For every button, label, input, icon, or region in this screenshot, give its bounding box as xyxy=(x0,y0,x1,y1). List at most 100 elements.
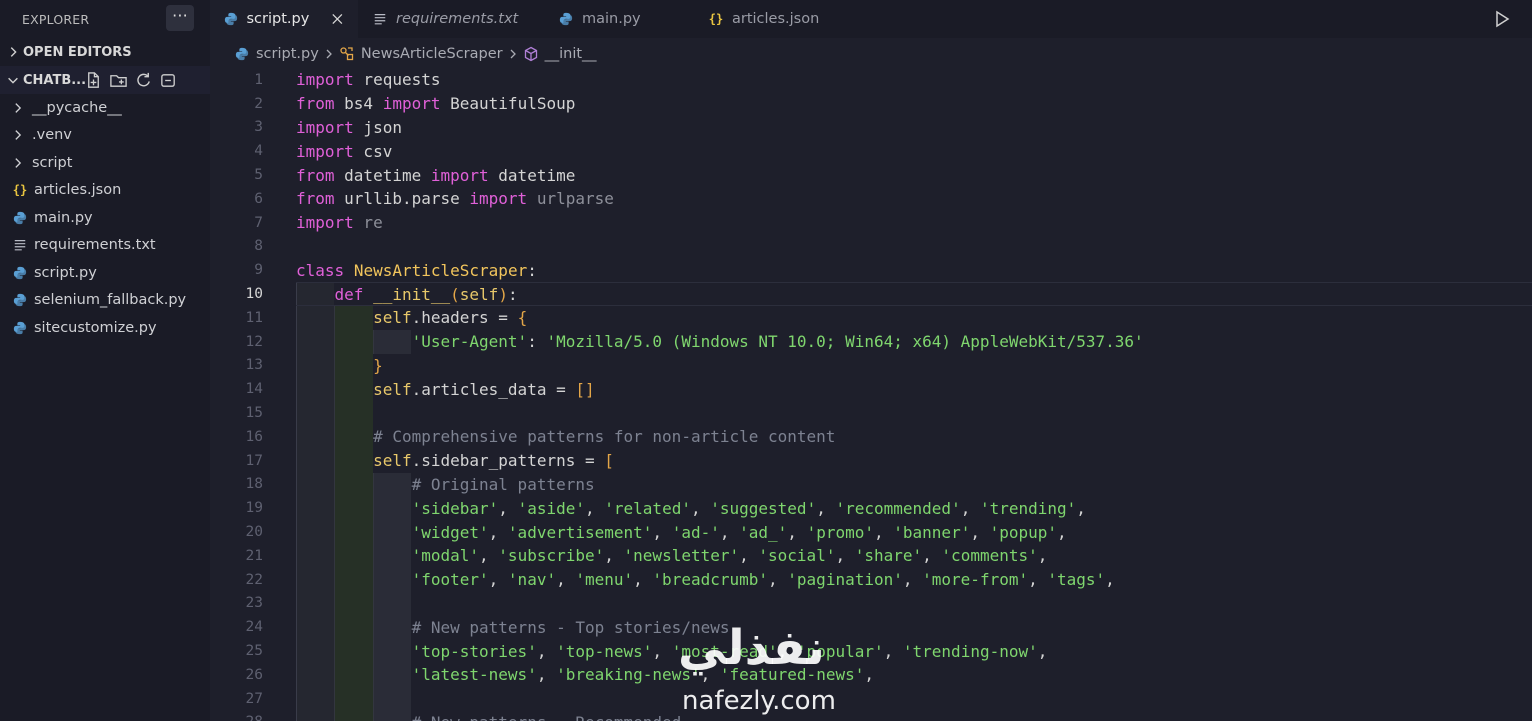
collapse-all-icon[interactable] xyxy=(159,71,178,90)
python-file-icon xyxy=(12,320,28,336)
code-line[interactable]: 7 import re xyxy=(210,211,1532,235)
open-editors-section[interactable]: OPEN EDITORS xyxy=(0,38,210,66)
tree-item-label: selenium_fallback.py xyxy=(34,292,187,309)
tab-label: script.py xyxy=(246,11,310,27)
tree-folder[interactable]: script xyxy=(0,149,210,177)
line-number: 10 xyxy=(245,286,263,303)
code-line[interactable]: 26 'latest-news', 'breaking-news', 'feat… xyxy=(210,663,1532,687)
more-actions-button[interactable]: ··· xyxy=(166,5,194,31)
code-line[interactable]: 25 'top-stories', 'top-news', 'most-read… xyxy=(210,639,1532,663)
code-line[interactable]: 8 xyxy=(210,235,1532,259)
code-token: requests xyxy=(353,70,441,90)
new-folder-icon[interactable] xyxy=(109,71,128,90)
code-line[interactable]: 21 'modal', 'subscribe', 'newsletter', '… xyxy=(210,544,1532,568)
refresh-icon[interactable] xyxy=(134,71,153,90)
tree-file[interactable]: sitecustomize.py xyxy=(0,314,210,342)
code-token: 'pagination' xyxy=(787,570,903,590)
breadcrumb-class[interactable]: NewsArticleScraper xyxy=(361,46,503,62)
code-line[interactable]: 4 import csv xyxy=(210,139,1532,163)
code-line[interactable]: 11 self.headers = { xyxy=(210,306,1532,330)
tree-file[interactable]: selenium_fallback.py xyxy=(0,287,210,315)
code-line[interactable]: 12 'User-Agent': 'Mozilla/5.0 (Windows N… xyxy=(210,330,1532,354)
tree-folder[interactable]: .venv xyxy=(0,122,210,150)
code-text: 'User-Agent': 'Mozilla/5.0 (Windows NT 1… xyxy=(296,332,1144,351)
breadcrumb-method[interactable]: __init__ xyxy=(545,46,597,62)
code-line[interactable]: 10 def __init__(self): xyxy=(210,282,1532,306)
breadcrumb-file[interactable]: script.py xyxy=(256,46,319,62)
python-file-icon xyxy=(558,11,574,27)
tab-requirements-txt[interactable]: requirements.txt xyxy=(358,0,544,38)
code-token: , xyxy=(498,498,518,518)
code-line[interactable]: 13 } xyxy=(210,354,1532,378)
python-file-icon xyxy=(12,265,28,281)
code-line[interactable]: 14 self.articles_data = [] xyxy=(210,377,1532,401)
tree-file[interactable]: {} articles.json xyxy=(0,177,210,205)
chevron-right-icon xyxy=(10,155,26,171)
line-number: 22 xyxy=(245,571,263,588)
code-editor[interactable]: 1 import requests 2 from bs4 import Beautif… xyxy=(210,66,1532,721)
code-line[interactable]: 3 import json xyxy=(210,116,1532,140)
tree-file[interactable]: script.py xyxy=(0,259,210,287)
code-line[interactable]: 22 'footer', 'nav', 'menu', 'breadcrumb'… xyxy=(210,568,1532,592)
code-line[interactable]: 6 from urllib.parse import urlparse xyxy=(210,187,1532,211)
close-icon[interactable] xyxy=(331,12,344,26)
code-text: 'latest-news', 'breaking-news', 'feature… xyxy=(296,665,874,684)
code-line[interactable]: 20 'widget', 'advertisement', 'ad-', 'ad… xyxy=(210,520,1532,544)
code-token: 'recommended' xyxy=(835,498,961,518)
tab-script-py[interactable]: script.py xyxy=(210,0,358,38)
code-token: 'social' xyxy=(758,546,836,566)
code-line[interactable]: 23 xyxy=(210,592,1532,616)
json-file-icon: {} xyxy=(708,12,724,26)
code-token: , xyxy=(739,546,759,566)
code-line[interactable]: 17 self.sidebar_patterns = [ xyxy=(210,449,1532,473)
code-token: : xyxy=(527,332,547,352)
code-line[interactable]: 19 'sidebar', 'aside', 'related', 'sugge… xyxy=(210,496,1532,520)
tab-main-py[interactable]: main.py xyxy=(544,0,694,38)
code-line[interactable]: 28 # New patterns - Recommended xyxy=(210,711,1532,721)
tree-folder[interactable]: __pycache__ xyxy=(0,94,210,122)
code-token: self xyxy=(373,379,412,399)
workspace-section[interactable]: CHATB... xyxy=(0,66,210,94)
code-line[interactable]: 2 from bs4 import BeautifulSoup xyxy=(210,92,1532,116)
tab-articles-json[interactable]: {} articles.json xyxy=(694,0,840,38)
code-token: .articles_data = xyxy=(411,379,576,399)
run-icon[interactable] xyxy=(1492,9,1512,29)
code-token: def xyxy=(334,284,364,304)
code-token: , xyxy=(488,570,508,590)
code-line[interactable]: 15 xyxy=(210,401,1532,425)
line-number: 25 xyxy=(245,643,263,660)
code-line[interactable]: 1 import requests xyxy=(210,68,1532,92)
code-line[interactable]: 5 from datetime import datetime xyxy=(210,163,1532,187)
code-text: import csv xyxy=(296,142,392,161)
code-line[interactable]: 16 # Comprehensive patterns for non-arti… xyxy=(210,425,1532,449)
code-token: 'breadcrumb' xyxy=(652,570,769,590)
code-line[interactable]: 9 class NewsArticleScraper: xyxy=(210,258,1532,282)
tab-label: requirements.txt xyxy=(396,11,519,27)
code-token: , xyxy=(883,641,903,661)
code-token: , xyxy=(536,641,557,661)
code-line[interactable]: 18 # Original patterns xyxy=(210,473,1532,497)
line-number: 17 xyxy=(245,452,263,469)
tree-file[interactable]: main.py xyxy=(0,204,210,232)
code-line[interactable]: 24 # New patterns - Top stories/news xyxy=(210,615,1532,639)
line-number: 5 xyxy=(254,167,263,184)
line-number: 26 xyxy=(245,666,263,683)
chevron-right-icon xyxy=(10,100,26,116)
code-token: NewsArticleScraper xyxy=(353,260,528,280)
code-token: from xyxy=(296,165,335,185)
tree-file[interactable]: requirements.txt xyxy=(0,232,210,260)
code-text: from datetime import datetime xyxy=(296,166,575,185)
new-file-icon[interactable] xyxy=(84,71,103,90)
code-token: 'share' xyxy=(854,546,923,566)
open-editors-label: OPEN EDITORS xyxy=(23,44,132,60)
python-file-icon xyxy=(12,292,28,308)
code-text: 'widget', 'advertisement', 'ad-', 'ad_',… xyxy=(296,523,1067,542)
code-line[interactable]: 27 xyxy=(210,687,1532,711)
code-token: , xyxy=(652,522,672,542)
code-token: BeautifulSoup xyxy=(440,94,576,114)
code-text: # New patterns - Recommended xyxy=(296,713,682,721)
